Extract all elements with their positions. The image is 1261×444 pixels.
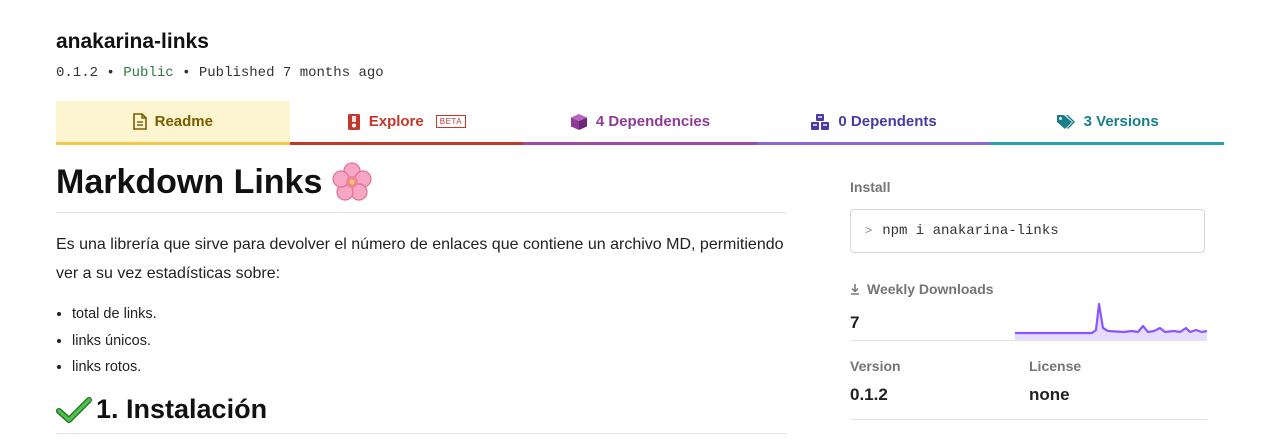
tab-label: Explore bbox=[368, 113, 424, 130]
tab-readme[interactable]: Readme bbox=[56, 101, 290, 145]
tags-icon bbox=[1056, 114, 1075, 129]
downloads-sparkline bbox=[1015, 302, 1208, 340]
version-label: Version bbox=[850, 358, 901, 374]
version-value: 0.1.2 bbox=[850, 385, 888, 404]
readme-section-heading: 1. Instalación bbox=[56, 394, 787, 434]
readme-intro: Es una librería que sirve para devolver … bbox=[56, 236, 784, 282]
package-version: 0.1.2 bbox=[56, 65, 99, 81]
package-tabs: Readme Explore BETA 4 Dependencies 0 Dep… bbox=[56, 101, 1224, 145]
tab-label: 0 Dependents bbox=[838, 113, 937, 130]
check-mark-icon bbox=[56, 396, 92, 423]
tab-label: Readme bbox=[154, 113, 213, 130]
license-label: License bbox=[1029, 358, 1082, 374]
package-published: Published 7 months ago bbox=[198, 65, 384, 81]
download-icon bbox=[851, 284, 859, 295]
list-item: links únicos. bbox=[72, 331, 157, 358]
license-value: none bbox=[1029, 385, 1070, 404]
file-text-icon bbox=[132, 113, 147, 130]
package-visibility: Public bbox=[123, 65, 174, 81]
tab-explore[interactable]: Explore BETA bbox=[289, 101, 524, 145]
tab-label: 3 Versions bbox=[1083, 113, 1159, 130]
cubes-icon bbox=[811, 113, 830, 130]
weekly-downloads-label: Weekly Downloads bbox=[850, 281, 994, 297]
install-command-box[interactable]: > npm i anakarina-links bbox=[850, 209, 1205, 253]
readme-section-title: 1. Instalación bbox=[96, 394, 268, 424]
package-meta: 0.1.2 • Public • Published 7 months ago bbox=[56, 65, 384, 81]
weekly-downloads-count: 7 bbox=[850, 313, 860, 332]
cherry-blossom-icon bbox=[332, 162, 372, 201]
divider bbox=[850, 419, 1207, 420]
cube-icon bbox=[570, 113, 587, 130]
list-item: links rotos. bbox=[72, 357, 157, 384]
readme-bullet-list: total de links. links únicos. links roto… bbox=[56, 304, 157, 384]
readme-title: Markdown Links bbox=[56, 162, 787, 213]
divider bbox=[850, 340, 1207, 341]
tab-label: 4 Dependencies bbox=[595, 113, 711, 130]
beta-badge: BETA bbox=[435, 115, 467, 128]
readme-title-text: Markdown Links bbox=[56, 162, 323, 201]
tab-versions[interactable]: 3 Versions bbox=[990, 101, 1224, 145]
list-item: total de links. bbox=[72, 304, 157, 331]
tab-dependents[interactable]: 0 Dependents bbox=[756, 101, 991, 145]
flask-icon bbox=[347, 113, 360, 130]
terminal-prompt-icon: > bbox=[865, 224, 873, 238]
package-name: anakarina-links bbox=[56, 30, 209, 53]
install-label: Install bbox=[850, 179, 891, 195]
tab-dependencies[interactable]: 4 Dependencies bbox=[523, 101, 757, 145]
install-command[interactable]: npm i anakarina-links bbox=[882, 223, 1058, 239]
